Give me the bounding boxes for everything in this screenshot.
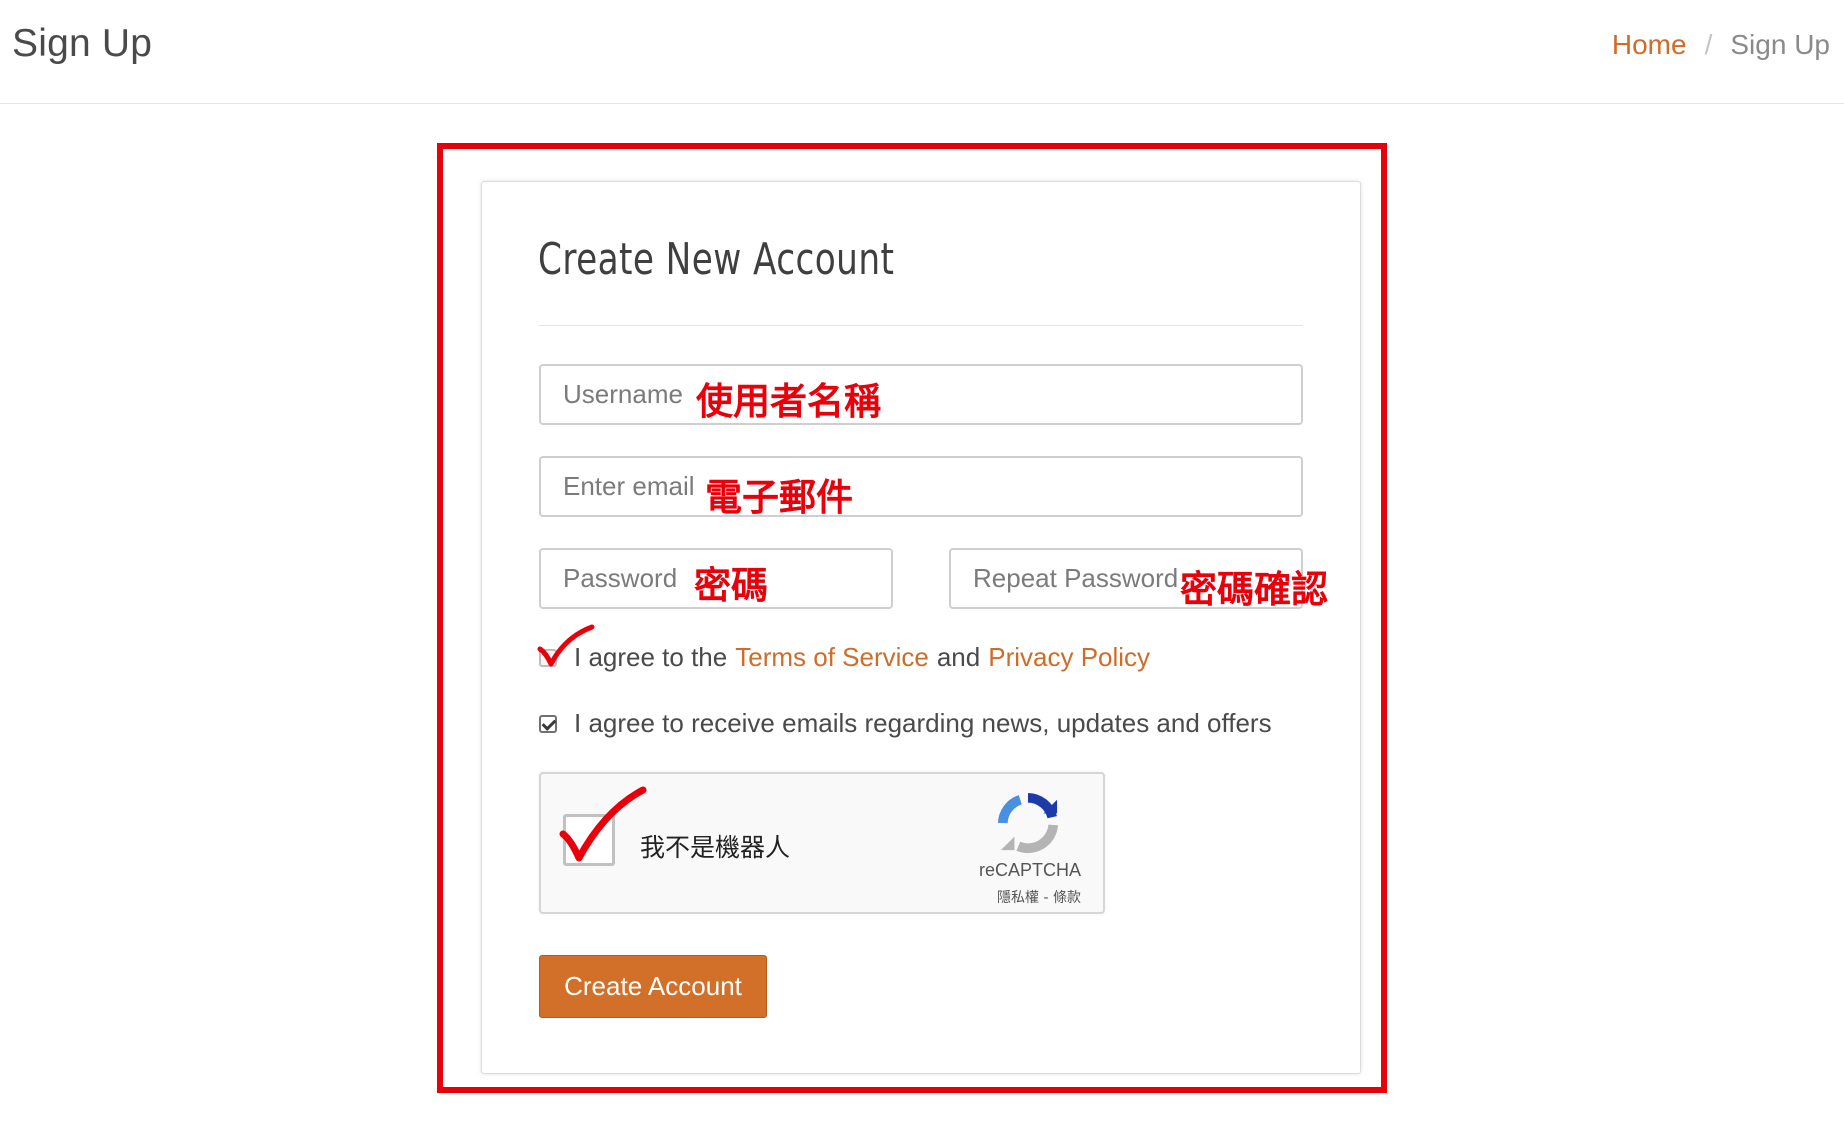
- recaptcha-logo-icon: [997, 792, 1059, 853]
- breadcrumb-current: Sign Up: [1730, 29, 1830, 60]
- email-field: [539, 456, 1303, 517]
- recaptcha-privacy-terms-links[interactable]: 隱私權 - 條款: [997, 887, 1081, 907]
- terms-prefix: I agree to the: [574, 642, 728, 672]
- terms-checkbox[interactable]: [539, 648, 557, 667]
- news-row: I agree to receive emails regarding news…: [539, 708, 1272, 739]
- breadcrumb-home-link[interactable]: Home: [1612, 29, 1687, 61]
- breadcrumb: Home / Sign Up: [1612, 29, 1830, 61]
- form-heading: Create New Account: [538, 234, 895, 285]
- password-field: [539, 548, 893, 609]
- terms-row: I agree to the Terms of Service and Priv…: [539, 642, 1150, 673]
- username-input[interactable]: [541, 366, 1301, 423]
- page-title: Sign Up: [12, 22, 153, 65]
- repeat-password-field: [949, 548, 1303, 609]
- password-input[interactable]: [541, 550, 891, 607]
- page-header: Sign Up Home / Sign Up: [0, 0, 1844, 104]
- recaptcha-widget: 我不是機器人 reCAPTCHA 隱私權 - 條款: [539, 772, 1105, 914]
- heading-divider: [539, 325, 1303, 326]
- terms-of-service-link[interactable]: Terms of Service: [735, 642, 929, 673]
- recaptcha-checkbox[interactable]: [563, 814, 615, 866]
- privacy-policy-link[interactable]: Privacy Policy: [988, 642, 1150, 673]
- email-input[interactable]: [541, 458, 1301, 515]
- recaptcha-label: 我不是機器人: [640, 833, 791, 862]
- signup-card: Create New Account 使用者名稱 電子郵件 密碼 密碼確認 I …: [481, 181, 1361, 1074]
- breadcrumb-separator: /: [1704, 29, 1713, 60]
- news-label: I agree to receive emails regarding news…: [574, 708, 1272, 738]
- news-checkbox[interactable]: [539, 714, 557, 733]
- recaptcha-brand: reCAPTCHA: [978, 860, 1081, 880]
- terms-middle: and: [936, 642, 981, 672]
- username-field: [539, 364, 1303, 425]
- create-account-button[interactable]: Create Account: [539, 955, 767, 1018]
- repeat-password-input[interactable]: [951, 550, 1301, 607]
